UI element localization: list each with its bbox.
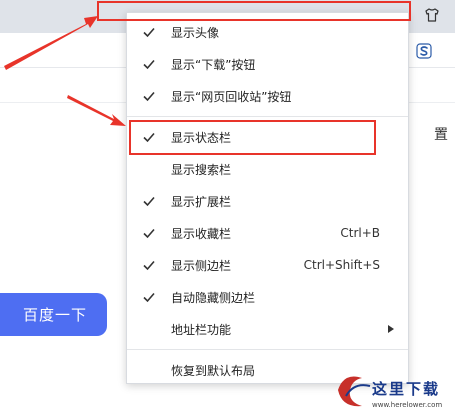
context-menu: 显示头像 显示“下载”按钮 显示“网页回收站”按钮 显示状态栏 显示搜索栏 显示…	[126, 12, 409, 384]
checkmark-icon	[143, 228, 155, 239]
shirt-icon[interactable]	[423, 6, 441, 24]
menu-item-show-download[interactable]: 显示“下载”按钮	[127, 48, 408, 80]
watermark-title: 这里下载	[372, 380, 441, 398]
checkmark-icon	[143, 59, 155, 70]
checkmark-icon	[143, 196, 155, 207]
checkmark-icon	[143, 292, 155, 303]
partial-text: 置	[434, 127, 448, 143]
menu-item-label: 显示“下载”按钮	[171, 57, 256, 72]
menu-separator	[127, 349, 408, 350]
menu-item-autohide-sidebar[interactable]: 自动隐藏侧边栏	[127, 281, 408, 313]
menu-item-show-recycle[interactable]: 显示“网页回收站”按钮	[127, 80, 408, 112]
menu-item-label: 自动隐藏侧边栏	[171, 290, 256, 305]
menu-item-show-favorites[interactable]: 显示收藏栏 Ctrl+B	[127, 217, 408, 249]
checkmark-icon	[143, 91, 155, 102]
highlight-box-statusbar	[129, 120, 376, 155]
menu-item-label: 恢复到默认布局	[171, 363, 256, 378]
menu-item-label: 地址栏功能	[171, 322, 232, 337]
menu-item-addressbar-features[interactable]: 地址栏功能	[127, 313, 408, 345]
submenu-arrow-icon	[388, 325, 394, 333]
checkmark-icon	[143, 260, 155, 271]
menu-item-shortcut: Ctrl+B	[340, 226, 380, 240]
menu-item-label: 显示搜索栏	[171, 162, 232, 177]
menu-item-shortcut: Ctrl+Shift+S	[303, 258, 380, 272]
menu-item-label: 显示侧边栏	[171, 258, 232, 273]
search-button[interactable]: 百度一下	[0, 293, 107, 336]
menu-item-label: 显示收藏栏	[171, 226, 232, 241]
highlight-box-titlebar	[97, 1, 411, 21]
watermark-url: www.herelower.com	[372, 401, 443, 409]
menu-item-show-extensions[interactable]: 显示扩展栏	[127, 185, 408, 217]
menu-item-label: 显示“网页回收站”按钮	[171, 89, 292, 104]
checkmark-icon	[143, 27, 155, 38]
menu-item-show-sidebar[interactable]: 显示侧边栏 Ctrl+Shift+S	[127, 249, 408, 281]
menu-item-show-searchbar[interactable]: 显示搜索栏	[127, 153, 408, 185]
extension-icon[interactable]	[416, 43, 432, 59]
menu-item-label: 显示扩展栏	[171, 194, 232, 209]
menu-separator	[127, 116, 408, 117]
menu-item-label: 显示头像	[171, 25, 220, 40]
